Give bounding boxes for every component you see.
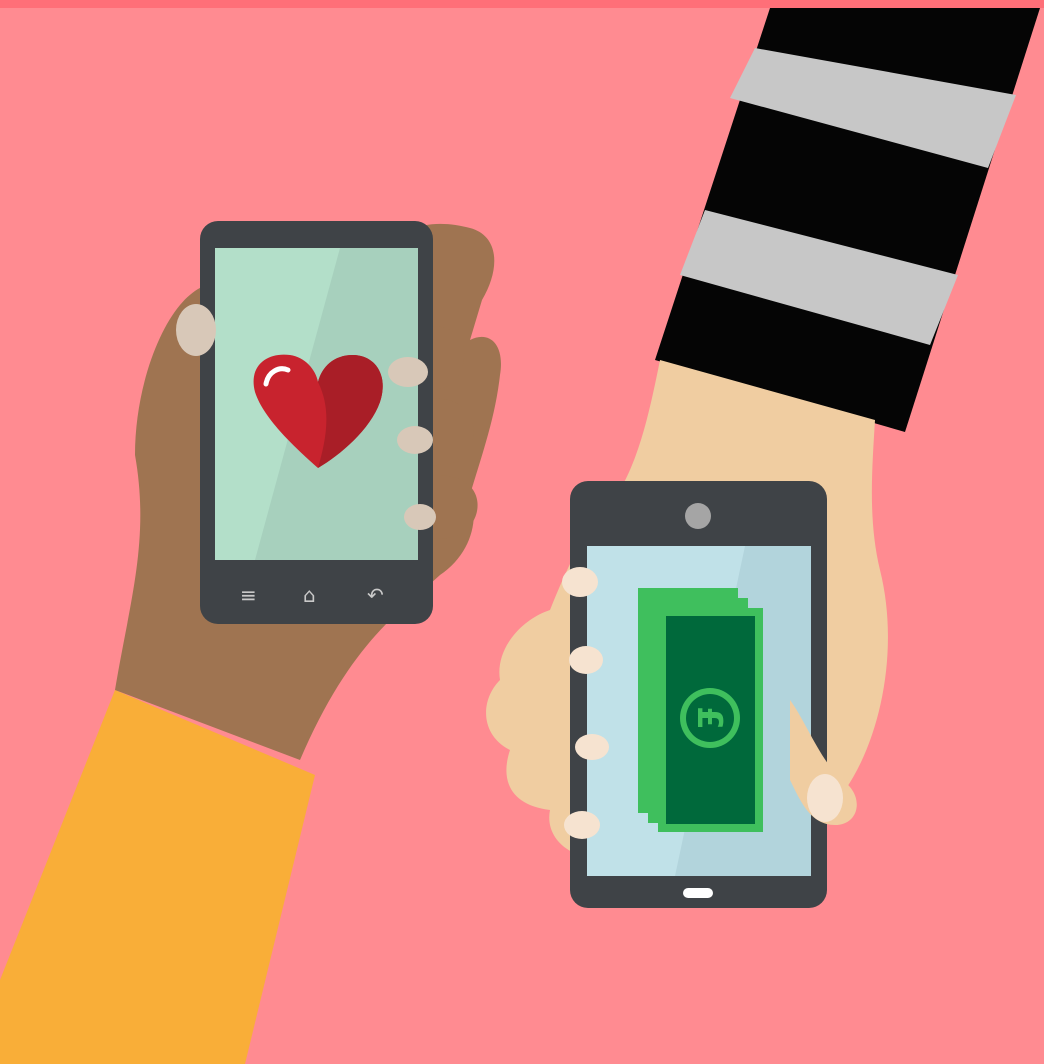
right-nail-3	[575, 734, 609, 760]
menu-icon: ≡	[240, 583, 257, 607]
right-thumb-nail	[807, 774, 843, 822]
cash-symbol: £	[689, 706, 729, 730]
left-nail-2	[397, 426, 433, 454]
top-stripe	[0, 0, 1044, 8]
home-button	[683, 888, 713, 898]
front-camera	[685, 503, 711, 529]
home-icon: ⌂	[303, 583, 316, 607]
back-icon: ↶	[367, 583, 384, 607]
right-nail-4	[564, 811, 600, 839]
left-nail-3	[404, 504, 436, 530]
right-nail-2	[569, 646, 603, 674]
illustration-scene: ≡ ⌂ ↶ £	[0, 0, 1044, 1064]
left-thumb-nail	[176, 304, 216, 356]
left-nail-1	[388, 357, 428, 387]
right-nail-1	[562, 567, 598, 597]
